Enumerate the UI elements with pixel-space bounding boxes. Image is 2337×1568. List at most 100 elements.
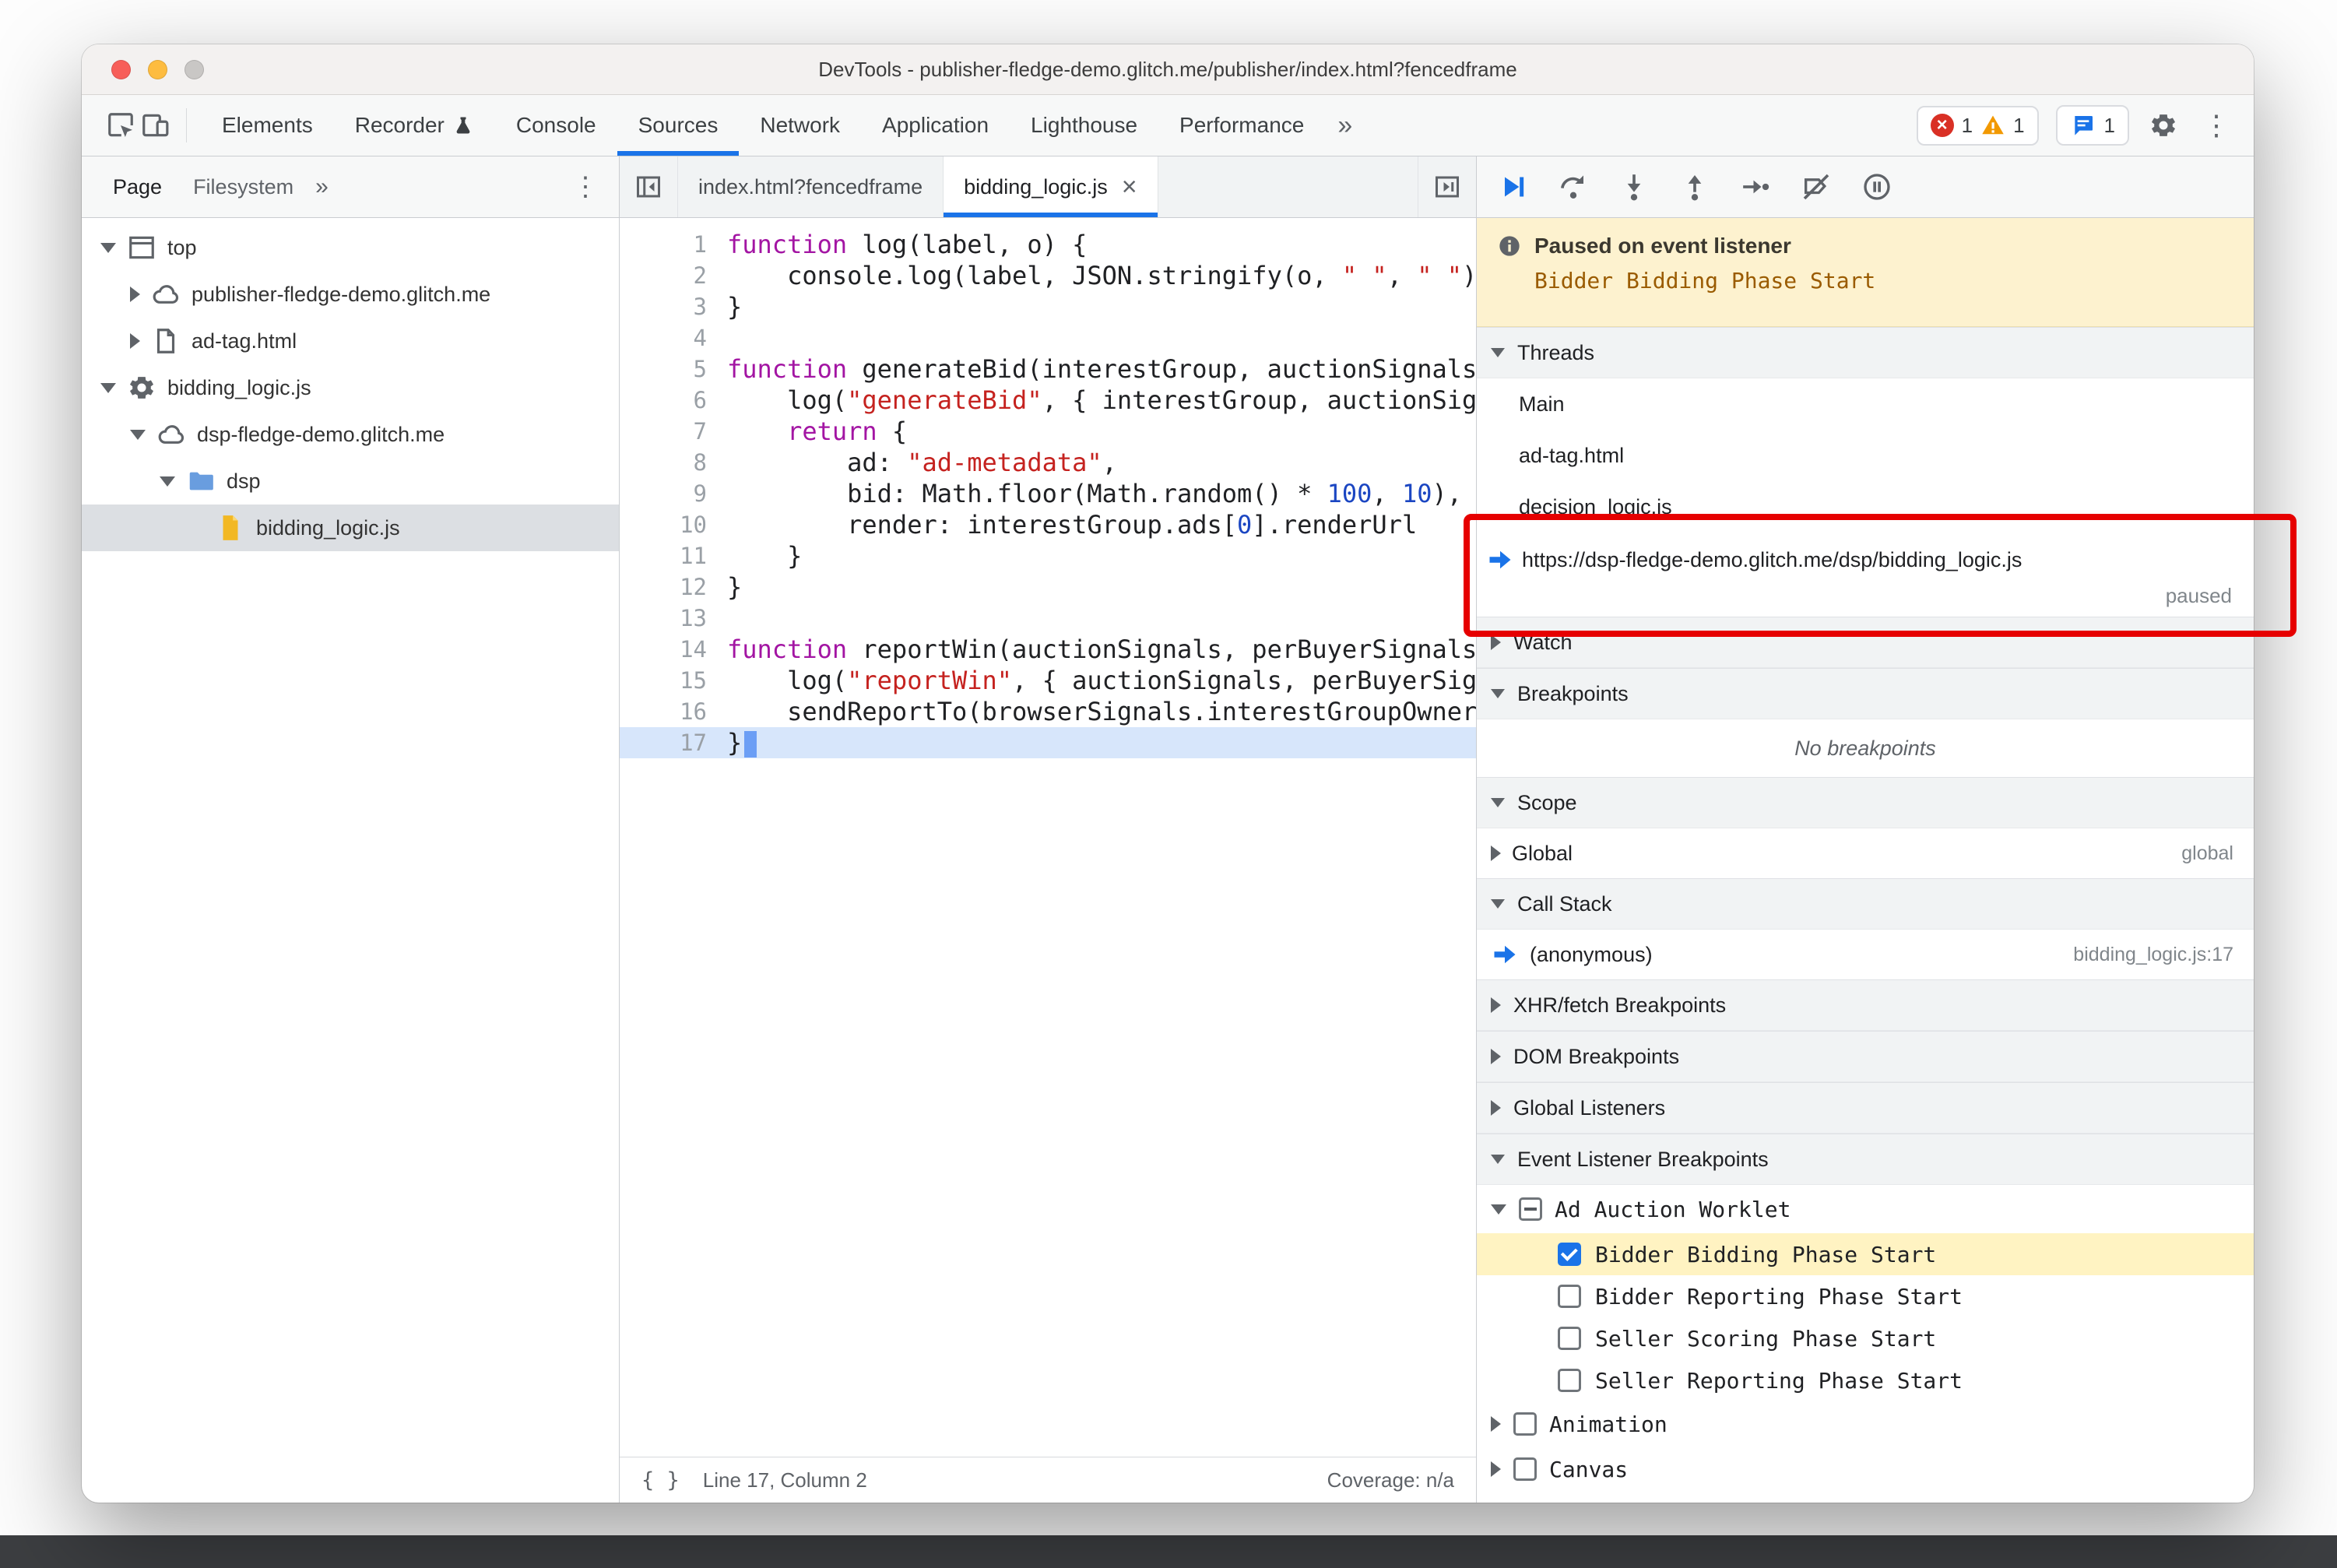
scope-item-global[interactable]: Global global	[1477, 828, 2254, 878]
section-header-breakpoints[interactable]: Breakpoints	[1477, 668, 2254, 719]
navigator-tab-page[interactable]: Page	[97, 156, 177, 217]
call-stack-item-anonymous[interactable]: (anonymous) bidding_logic.js:17	[1477, 930, 2254, 979]
tree-item-bidding-logic-js[interactable]: bidding_logic.js	[82, 364, 619, 411]
expander-right-icon[interactable]	[130, 287, 140, 302]
line-number[interactable]: 4	[620, 322, 727, 353]
tree-item-bidding-logic-js[interactable]: bidding_logic.js	[82, 505, 619, 551]
expander-right-icon[interactable]	[1491, 1461, 1501, 1477]
tab-network[interactable]: Network	[739, 95, 861, 156]
expander-down-icon[interactable]	[1491, 1204, 1506, 1215]
expander-down-icon[interactable]	[1491, 798, 1505, 807]
section-header-xhr-fetch-breakpoints[interactable]: XHR/fetch Breakpoints	[1477, 979, 2254, 1031]
pause-on-exceptions-icon[interactable]	[1861, 171, 1892, 202]
line-number[interactable]: 3	[620, 291, 727, 322]
line-number[interactable]: 1	[620, 229, 727, 260]
line-number[interactable]: 14	[620, 634, 727, 665]
section-header-event-listener-breakpoints[interactable]: Event Listener Breakpoints	[1477, 1134, 2254, 1185]
line-number[interactable]: 9	[620, 478, 727, 509]
close-window-button[interactable]	[111, 59, 131, 79]
section-header-dom-breakpoints[interactable]: DOM Breakpoints	[1477, 1031, 2254, 1082]
toggle-navigator-icon[interactable]	[620, 156, 678, 217]
line-number[interactable]: 13	[620, 603, 727, 634]
tab-recorder[interactable]: Recorder	[334, 95, 495, 156]
pretty-print-button[interactable]: { }	[641, 1468, 680, 1492]
expander-right-icon[interactable]	[130, 333, 140, 349]
expander-down-icon[interactable]	[1491, 1155, 1505, 1164]
listener-group-ad-auction-worklet[interactable]: Ad Auction Worklet	[1477, 1185, 2254, 1233]
tree-item-publisher-fledge-demo-glitch-me[interactable]: publisher-fledge-demo.glitch.me	[82, 271, 619, 318]
checkbox-indeterminate[interactable]	[1519, 1197, 1542, 1221]
expander-down-icon[interactable]	[160, 476, 175, 487]
minimize-window-button[interactable]	[148, 59, 167, 79]
resume-icon[interactable]	[1497, 171, 1528, 202]
console-errors-warnings-badge[interactable]: × 1 1	[1916, 105, 2039, 146]
tree-item-dsp-fledge-demo-glitch-me[interactable]: dsp-fledge-demo.glitch.me	[82, 411, 619, 458]
expander-right-icon[interactable]	[1491, 997, 1501, 1013]
expander-right-icon[interactable]	[1491, 635, 1501, 650]
tab-application[interactable]: Application	[861, 95, 1010, 156]
line-number[interactable]: 12	[620, 571, 727, 603]
expander-down-icon[interactable]	[100, 382, 116, 393]
tab-console[interactable]: Console	[495, 95, 617, 156]
listener-group-canvas[interactable]: Canvas	[1477, 1447, 2254, 1492]
line-number[interactable]: 17	[620, 727, 727, 758]
line-number[interactable]: 11	[620, 540, 727, 571]
step-over-icon[interactable]	[1558, 171, 1589, 202]
tab-lighthouse[interactable]: Lighthouse	[1010, 95, 1158, 156]
tab-elements[interactable]: Elements	[201, 95, 334, 156]
expander-right-icon[interactable]	[1491, 1416, 1501, 1432]
close-tab-icon[interactable]: ×	[1122, 174, 1137, 200]
section-header-call-stack[interactable]: Call Stack	[1477, 878, 2254, 930]
checkbox-unchecked[interactable]	[1558, 1285, 1581, 1308]
listener-item-seller-reporting-phase-start[interactable]: Seller Reporting Phase Start	[1477, 1359, 2254, 1401]
editor-tab-bidding-logic-js[interactable]: bidding_logic.js ×	[944, 156, 1158, 217]
step-out-icon[interactable]	[1679, 171, 1710, 202]
expander-right-icon[interactable]	[1491, 1049, 1501, 1064]
listener-item-bidder-bidding-phase-start[interactable]: Bidder Bidding Phase Start	[1477, 1233, 2254, 1275]
tab-performance[interactable]: Performance	[1158, 95, 1325, 156]
device-toolbar-icon[interactable]	[138, 108, 172, 142]
section-header-scope[interactable]: Scope	[1477, 777, 2254, 828]
checkbox-unchecked[interactable]	[1558, 1327, 1581, 1350]
thread-item-current[interactable]: https://dsp-fledge-demo.glitch.me/dsp/bi…	[1477, 533, 2254, 617]
navigator-tab-filesystem[interactable]: Filesystem	[177, 156, 309, 217]
tree-item-ad-tag-html[interactable]: ad-tag.html	[82, 318, 619, 364]
expander-right-icon[interactable]	[1491, 846, 1501, 861]
overflow-menu-icon[interactable]: ⋮	[2198, 109, 2235, 142]
tab-sources[interactable]: Sources	[617, 95, 740, 156]
open-next-editor-icon[interactable]	[1418, 156, 1476, 217]
code-editor[interactable]: 1 function log(label, o) {2 console.log(l…	[620, 218, 1476, 1457]
expander-down-icon[interactable]	[1491, 348, 1505, 357]
line-number[interactable]: 15	[620, 665, 727, 696]
settings-gear-icon[interactable]	[2146, 108, 2181, 142]
checkbox-checked[interactable]	[1558, 1243, 1581, 1266]
section-header-watch[interactable]: Watch	[1477, 617, 2254, 668]
inspect-element-icon[interactable]	[104, 108, 138, 142]
line-number[interactable]: 6	[620, 385, 727, 416]
checkbox-unchecked[interactable]	[1513, 1412, 1537, 1436]
tree-item-top[interactable]: top	[82, 224, 619, 271]
listener-group-animation[interactable]: Animation	[1477, 1401, 2254, 1447]
line-number[interactable]: 2	[620, 260, 727, 291]
expander-right-icon[interactable]	[1491, 1100, 1501, 1116]
section-header-global-listeners[interactable]: Global Listeners	[1477, 1082, 2254, 1134]
editor-tab-index-html-fencedframe[interactable]: index.html?fencedframe	[678, 156, 944, 217]
line-number[interactable]: 8	[620, 447, 727, 478]
expander-down-icon[interactable]	[1491, 689, 1505, 698]
thread-item-decision-logic-js[interactable]: decision_logic.js	[1477, 481, 2254, 533]
line-number[interactable]: 7	[620, 416, 727, 447]
expander-down-icon[interactable]	[1491, 899, 1505, 909]
step-icon[interactable]	[1740, 171, 1771, 202]
line-number[interactable]: 5	[620, 353, 727, 385]
thread-item-main[interactable]: Main	[1477, 378, 2254, 430]
section-header-threads[interactable]: Threads	[1477, 327, 2254, 378]
more-panels-icon[interactable]: »	[1325, 111, 1365, 141]
expander-down-icon[interactable]	[100, 242, 116, 253]
line-number[interactable]: 10	[620, 509, 727, 540]
listener-item-seller-scoring-phase-start[interactable]: Seller Scoring Phase Start	[1477, 1317, 2254, 1359]
checkbox-unchecked[interactable]	[1558, 1369, 1581, 1392]
expander-down-icon[interactable]	[130, 429, 146, 440]
listener-item-bidder-reporting-phase-start[interactable]: Bidder Reporting Phase Start	[1477, 1275, 2254, 1317]
issues-badge[interactable]: 1	[2055, 105, 2129, 146]
deactivate-breakpoints-icon[interactable]	[1801, 171, 1832, 202]
